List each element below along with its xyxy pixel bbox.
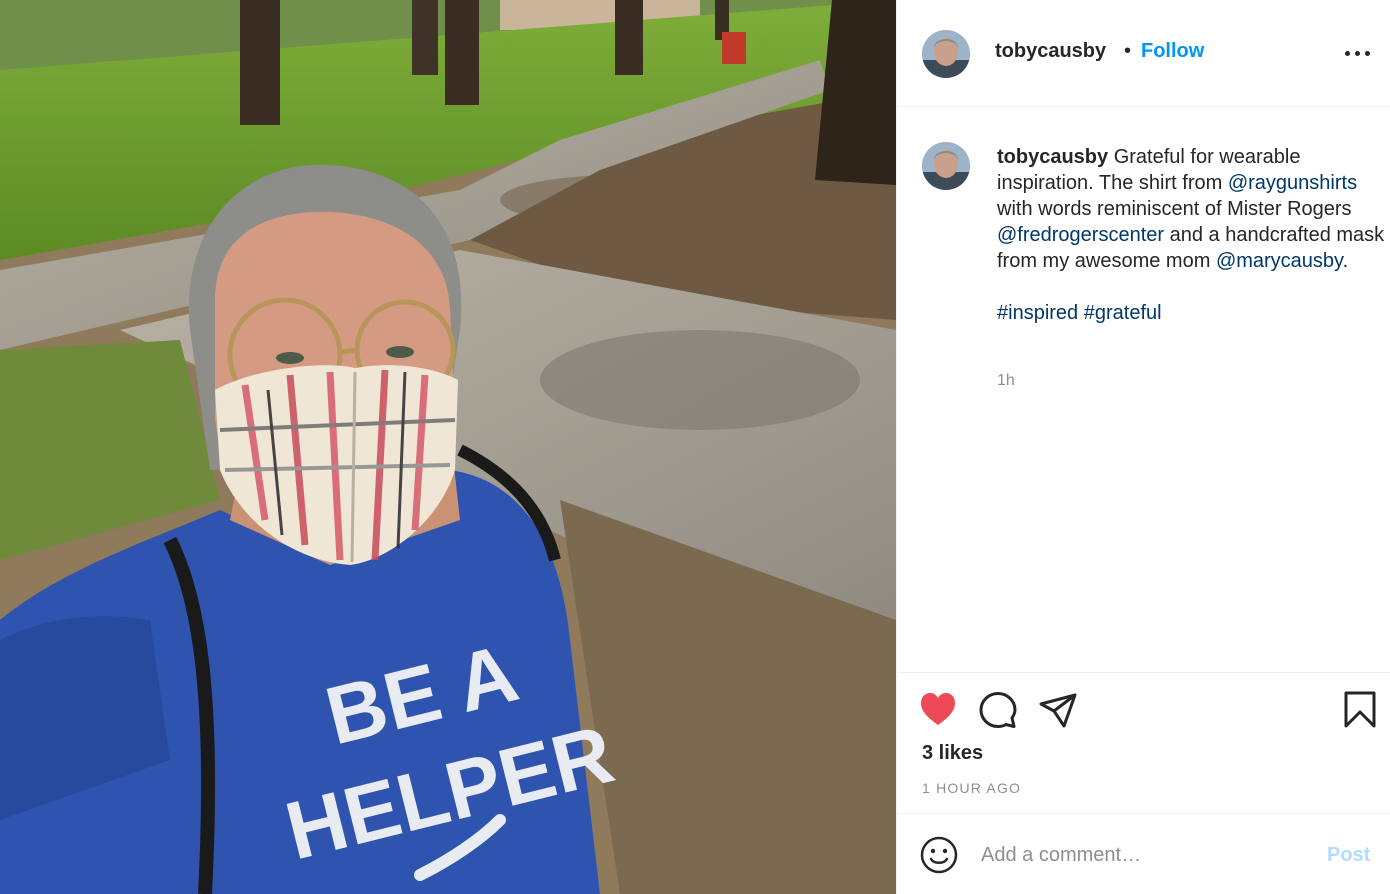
caption-timestamp: 1h	[997, 372, 1015, 389]
avatar-image	[922, 30, 970, 78]
comment-input[interactable]	[981, 840, 1311, 870]
post-comment-button[interactable]: Post	[1327, 844, 1370, 867]
post-age: 1 HOUR AGO	[922, 780, 1022, 796]
caption-text-part: .	[1342, 250, 1349, 272]
instagram-post: BE A HELPER tobycausby • Follow tobycaus…	[0, 0, 1390, 894]
bookmark-icon[interactable]	[1343, 691, 1377, 734]
post-actions: 3 likes 1 HOUR AGO	[897, 672, 1390, 814]
comment-icon[interactable]	[979, 691, 1017, 734]
avatar-image	[922, 142, 970, 190]
post-photo[interactable]: BE A HELPER	[0, 0, 896, 894]
mention-link[interactable]: @marycausby	[1216, 250, 1343, 272]
header-separator: •	[1124, 40, 1132, 62]
mention-link[interactable]: @raygunshirts	[1228, 172, 1357, 194]
caption-gap	[997, 274, 1387, 300]
comment-bar: Post	[897, 814, 1390, 894]
post-header: tobycausby • Follow	[897, 0, 1390, 107]
header-username[interactable]: tobycausby	[995, 40, 1106, 63]
caption-username[interactable]: tobycausby	[997, 146, 1108, 168]
caption-text: tobycausby Grateful for wearable inspira…	[997, 144, 1387, 326]
smiley-icon[interactable]	[920, 836, 958, 879]
hashtag-link[interactable]: #inspired	[997, 302, 1078, 324]
post-sidebar: tobycausby • Follow tobycausby Grateful …	[896, 0, 1390, 894]
paper-plane-icon[interactable]	[1039, 693, 1077, 734]
likes-count[interactable]: 3 likes	[922, 742, 983, 765]
avatar[interactable]	[922, 30, 970, 78]
caption-avatar[interactable]	[922, 142, 970, 190]
heart-filled-icon[interactable]	[919, 691, 957, 732]
selfie-photo: BE A HELPER	[0, 0, 896, 894]
more-horizontal-icon[interactable]	[1341, 42, 1375, 62]
follow-button[interactable]: Follow	[1141, 40, 1204, 63]
hashtag-link[interactable]: #grateful	[1084, 302, 1162, 324]
mention-link[interactable]: @fredrogerscenter	[997, 224, 1164, 246]
caption-text-part: with words reminiscent of Mister Rogers	[997, 198, 1352, 220]
